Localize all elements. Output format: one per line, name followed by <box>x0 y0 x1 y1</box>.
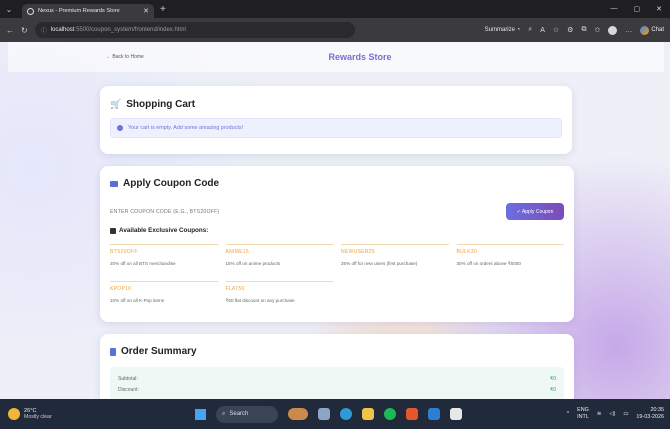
coupon-list: BTS20OFF 20% off on all BTS merchandise A… <box>110 244 564 304</box>
taskbar: 26°C Mostly clear ⌕ Search ^ ENG INTL ≋ ◁)… <box>0 399 670 429</box>
spotify-icon[interactable] <box>384 408 396 420</box>
coupon-item[interactable]: BTS20OFF 20% off on all BTS merchandise <box>110 244 218 267</box>
volume-icon[interactable]: ◁) <box>609 411 615 417</box>
favorites-bar-icon[interactable]: ✩ <box>594 26 600 34</box>
wifi-icon[interactable]: ≋ <box>597 411 602 417</box>
favorite-icon[interactable]: ☆ <box>553 26 559 34</box>
language-indicator[interactable]: ENG INTL <box>577 407 589 421</box>
weather-condition: Mostly clear <box>24 414 52 420</box>
summary-box: Subtotal: ₹0 Discount: ₹0 <box>110 367 564 399</box>
gift-icon <box>110 227 116 234</box>
url-bar[interactable]: ⓘ localhost:5500/coupon_system/frontend/… <box>34 22 355 38</box>
order-summary-card: Order Summary Subtotal: ₹0 Discount: ₹0 <box>100 334 574 399</box>
battery-icon[interactable]: ▭ <box>623 411 628 417</box>
summary-row: Discount: ₹0 <box>118 386 556 393</box>
summarize-button[interactable]: Summarize ◔ <box>485 27 521 33</box>
available-coupons-heading: Available Exclusive Coupons: <box>110 227 564 234</box>
copilot-icon <box>640 25 650 35</box>
tab-menu-icon[interactable]: ⌄ <box>0 0 18 18</box>
read-aloud-icon[interactable]: A <box>540 27 545 34</box>
browser-tab[interactable]: Nexus - Premium Rewards Store ✕ <box>22 4 154 18</box>
zoom-icon[interactable]: ⌕ <box>528 26 532 34</box>
window-controls: — ▢ ✕ <box>611 5 670 13</box>
back-arrow-icon[interactable]: ← <box>6 26 14 35</box>
vscode-icon[interactable] <box>428 408 440 420</box>
clock[interactable]: 20:35 19-03-2026 <box>636 407 664 421</box>
search-icon: ⌕ <box>222 410 226 417</box>
page-header: ← Back to Home Rewards Store <box>8 42 664 72</box>
info-icon: ⓘ <box>40 28 47 35</box>
cart-icon: 🛒 <box>110 99 122 109</box>
close-tab-icon[interactable]: ✕ <box>143 7 149 15</box>
more-icon[interactable]: … <box>625 27 632 34</box>
reload-icon[interactable]: ↻ <box>21 26 28 35</box>
minimize-button[interactable]: — <box>611 5 618 13</box>
chevron-up-icon[interactable]: ^ <box>567 411 570 417</box>
page-viewport: ← Back to Home Rewards Store 🛒 Shopping … <box>0 42 670 399</box>
receipt-icon <box>110 347 116 356</box>
taskbar-search[interactable]: ⌕ Search <box>216 405 278 423</box>
globe-icon <box>27 7 34 15</box>
start-button[interactable] <box>195 408 206 420</box>
ticket-icon <box>110 180 118 187</box>
coupon-input[interactable]: ENTER COUPON CODE (E.G., BTS20OFF) <box>110 209 506 215</box>
close-window-button[interactable]: ✕ <box>656 5 662 13</box>
coupon-item[interactable]: ANIME15 15% off on anime products <box>225 244 333 267</box>
coupon-item[interactable]: KPOP10 10% off on all K-Pop items <box>110 281 218 304</box>
weather-widget[interactable]: 26°C Mostly clear <box>8 408 52 420</box>
task-view-icon[interactable] <box>318 408 330 420</box>
whatsapp-icon[interactable] <box>450 408 462 420</box>
file-explorer-icon[interactable] <box>362 408 374 420</box>
collections-icon[interactable]: ⧉ <box>581 26 586 34</box>
summary-row: Subtotal: ₹0 <box>118 375 556 382</box>
brave-icon[interactable] <box>406 408 418 420</box>
info-icon <box>117 125 123 131</box>
url-path: :5500/coupon_system/frontend/index.html <box>74 27 186 33</box>
page-title: Rewards Store <box>328 52 392 62</box>
empty-cart-message: Your cart is empty. Add some amazing pro… <box>128 125 244 131</box>
apply-coupon-button[interactable]: ✓ Apply Coupon <box>506 203 564 220</box>
coupon-item[interactable]: NEWUSER25 25% off for new users (first pu… <box>341 244 449 267</box>
weather-icon <box>8 408 20 420</box>
cart-heading: 🛒 Shopping Cart <box>110 99 196 110</box>
shopping-cart-card: 🛒 Shopping Cart Your cart is empty. Add … <box>100 86 572 154</box>
coupon-item[interactable]: FLAT50 ₹50 flat discount on any purchase <box>225 281 333 304</box>
new-tab-button[interactable]: + <box>160 4 166 15</box>
coupon-card: Apply Coupon Code ENTER COUPON CODE (E.G… <box>100 166 574 322</box>
system-tray: ^ ENG INTL ≋ ◁) ▭ 20:35 19-03-2026 <box>567 407 664 421</box>
widgets-icon[interactable] <box>288 408 308 420</box>
address-toolbar: ← ↻ ⓘ localhost:5500/coupon_system/front… <box>0 18 670 42</box>
copilot-chat-button[interactable]: Chat <box>640 25 664 35</box>
edge-icon[interactable] <box>340 408 352 420</box>
coupon-item[interactable]: BULK30 30% off on orders above ₹5000 <box>456 244 564 267</box>
coupon-heading: Apply Coupon Code <box>110 178 564 189</box>
empty-cart-notice: Your cart is empty. Add some amazing pro… <box>110 118 562 138</box>
extensions-icon[interactable]: ⚙ <box>567 26 573 34</box>
url-host: localhost <box>50 27 75 33</box>
tab-strip: ⌄ Nexus - Premium Rewards Store ✕ + — ▢ … <box>0 0 670 18</box>
maximize-button[interactable]: ▢ <box>634 5 641 13</box>
tab-title: Nexus - Premium Rewards Store <box>38 8 120 14</box>
summary-heading: Order Summary <box>110 346 564 357</box>
profile-avatar[interactable] <box>608 25 618 35</box>
